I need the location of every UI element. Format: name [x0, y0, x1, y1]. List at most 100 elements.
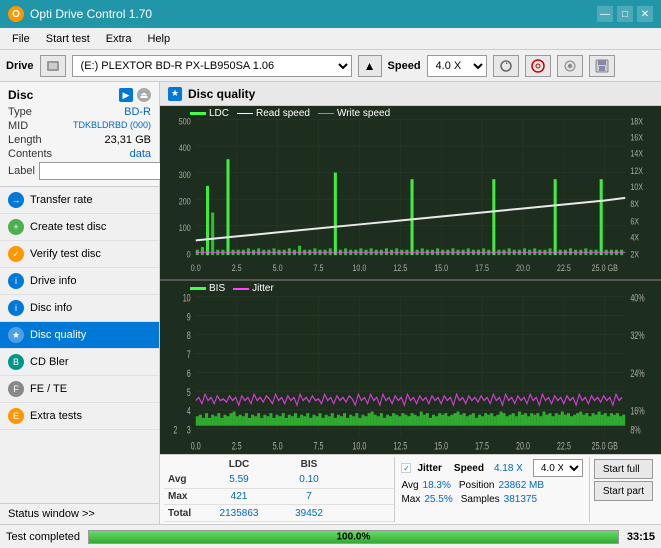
svg-text:17.5: 17.5: [475, 440, 489, 452]
sidebar-item-cd-bler[interactable]: B CD Bler: [0, 349, 159, 376]
svg-text:0: 0: [187, 249, 191, 260]
jitter-checkbox[interactable]: ✓: [401, 463, 411, 473]
sidebar-item-label: FE / TE: [30, 383, 67, 395]
main-layout: Disc ▶ ⏏ Type BD-R MID TDKBLDRBD (000) L…: [0, 82, 661, 524]
max-ldc: 421: [204, 490, 274, 503]
app-title: Opti Drive Control 1.70: [30, 7, 152, 21]
sidebar-item-disc-info[interactable]: i Disc info: [0, 295, 159, 322]
menu-start-test[interactable]: Start test: [38, 31, 98, 47]
mid-value: TDKBLDRBD (000): [73, 120, 151, 132]
svg-text:12X: 12X: [630, 165, 643, 176]
jitter-stats-panel: ✓ Jitter Speed 4.18 X 4.0 X Avg 18.3%: [394, 457, 588, 522]
sidebar-item-label: Drive info: [30, 275, 76, 287]
disc-info-icon: i: [8, 300, 24, 316]
jitter-header-row: ✓ Jitter Speed 4.18 X 4.0 X: [401, 459, 582, 477]
extra-tests-icon: E: [8, 408, 24, 424]
menu-help[interactable]: Help: [139, 31, 178, 47]
svg-text:5.0: 5.0: [273, 262, 283, 273]
sidebar-item-drive-info[interactable]: i Drive info: [0, 268, 159, 295]
disc-eject-icon[interactable]: ⏏: [137, 88, 151, 102]
position-value: 23862 MB: [498, 480, 544, 491]
start-part-button[interactable]: Start part: [594, 481, 653, 501]
fe-te-icon: F: [8, 381, 24, 397]
disc-mid-field: MID TDKBLDRBD (000): [8, 120, 151, 132]
eject-button[interactable]: ▲: [358, 55, 382, 77]
stats-empty-header: [164, 463, 204, 465]
sidebar-menu: → Transfer rate + Create test disc ✓ Ver…: [0, 187, 159, 503]
sidebar-item-label: Disc info: [30, 302, 72, 314]
minimize-button[interactable]: —: [597, 6, 613, 22]
samples-display: Samples 381375: [461, 494, 537, 505]
length-value: 23,31 GB: [105, 134, 151, 146]
svg-text:8: 8: [187, 330, 191, 342]
sidebar-item-create-disc[interactable]: + Create test disc: [0, 214, 159, 241]
svg-text:22.5: 22.5: [557, 440, 571, 452]
disc-icon-btn[interactable]: [525, 55, 551, 77]
max-jitter-label: Max: [401, 494, 420, 505]
svg-text:5: 5: [187, 386, 191, 398]
window-controls: — □ ✕: [597, 6, 653, 22]
sidebar-item-disc-quality[interactable]: ★ Disc quality: [0, 322, 159, 349]
start-full-button[interactable]: Start full: [594, 459, 653, 479]
disc-label-row: Label 🔒: [8, 162, 151, 180]
close-button[interactable]: ✕: [637, 6, 653, 22]
status-window-btn[interactable]: Status window >>: [0, 503, 159, 524]
ldc-legend-label: LDC: [209, 108, 229, 119]
label-input[interactable]: [39, 162, 179, 180]
menu-file[interactable]: File: [4, 31, 38, 47]
main-content: ★ Disc quality LDC Read speed: [160, 82, 661, 524]
status-window-label: Status window >>: [8, 508, 95, 520]
speed-stat-label: Speed: [454, 463, 484, 474]
disc-quality-header-icon: ★: [168, 87, 182, 101]
svg-text:8X: 8X: [630, 198, 639, 209]
position-label: Position: [459, 480, 495, 491]
bottom-chart-svg: 10 9 8 7 6 5 4 3 2 40% 32% 24% 16% 8%: [160, 281, 661, 454]
cd-bler-icon: B: [8, 354, 24, 370]
sidebar-item-fe-te[interactable]: F FE / TE: [0, 376, 159, 403]
jitter-data-row: Avg 18.3% Position 23862 MB: [401, 480, 582, 491]
bottom-chart: BIS Jitter: [160, 279, 661, 454]
disc-section-label: Disc: [8, 88, 33, 102]
bis-legend: BIS: [190, 283, 225, 294]
drive-dropdown[interactable]: (E:) PLEXTOR BD-R PX-LB950SA 1.06: [72, 55, 352, 77]
svg-text:2.5: 2.5: [232, 440, 242, 452]
drive-info-icon: i: [8, 273, 24, 289]
svg-text:15.0: 15.0: [434, 440, 448, 452]
sidebar-item-label: Extra tests: [30, 410, 82, 422]
disc-contents-field: Contents data: [8, 148, 151, 160]
sidebar-item-transfer-rate[interactable]: → Transfer rate: [0, 187, 159, 214]
stats-header: LDC BIS: [164, 457, 394, 472]
top-chart-legend: LDC Read speed Write speed: [190, 108, 390, 119]
time-display: 33:15: [627, 531, 655, 543]
svg-text:7.5: 7.5: [314, 440, 324, 452]
speed-dropdown[interactable]: 4.0 X: [427, 55, 487, 77]
avg-bis: 0.10: [274, 473, 344, 486]
bis-header: BIS: [274, 458, 344, 471]
speed-stat-dropdown[interactable]: 4.0 X: [533, 459, 583, 477]
avg-jitter-label: Avg: [401, 480, 418, 491]
menu-extra[interactable]: Extra: [98, 31, 140, 47]
refresh-button[interactable]: [493, 55, 519, 77]
sidebar-item-extra-tests[interactable]: E Extra tests: [0, 403, 159, 430]
sidebar-item-label: Disc quality: [30, 329, 86, 341]
svg-text:400: 400: [179, 142, 191, 153]
max-jitter-display: Max 25.5%: [401, 494, 452, 505]
settings-icon-btn[interactable]: [557, 55, 583, 77]
sidebar-item-verify-disc[interactable]: ✓ Verify test disc: [0, 241, 159, 268]
save-icon-btn[interactable]: [589, 55, 615, 77]
jitter-label: Jitter: [417, 463, 441, 474]
svg-text:25.0 GB: 25.0 GB: [592, 440, 618, 452]
sidebar-item-label: Create test disc: [30, 221, 106, 233]
samples-value: 381375: [504, 494, 537, 505]
title-bar: O Opti Drive Control 1.70 — □ ✕: [0, 0, 661, 28]
top-chart-svg: 500 400 300 200 100 0 18X 16X 14X 12X 10…: [160, 106, 661, 279]
total-label: Total: [164, 507, 204, 520]
svg-text:17.5: 17.5: [475, 262, 489, 273]
svg-text:6: 6: [187, 367, 191, 379]
svg-text:32%: 32%: [630, 330, 644, 342]
maximize-button[interactable]: □: [617, 6, 633, 22]
max-label: Max: [164, 490, 204, 503]
max-row: Max 421 7: [164, 489, 394, 506]
stats-table: LDC BIS Avg 5.59 0.10 Max 421 7 Total: [164, 457, 394, 522]
svg-text:6X: 6X: [630, 215, 639, 226]
